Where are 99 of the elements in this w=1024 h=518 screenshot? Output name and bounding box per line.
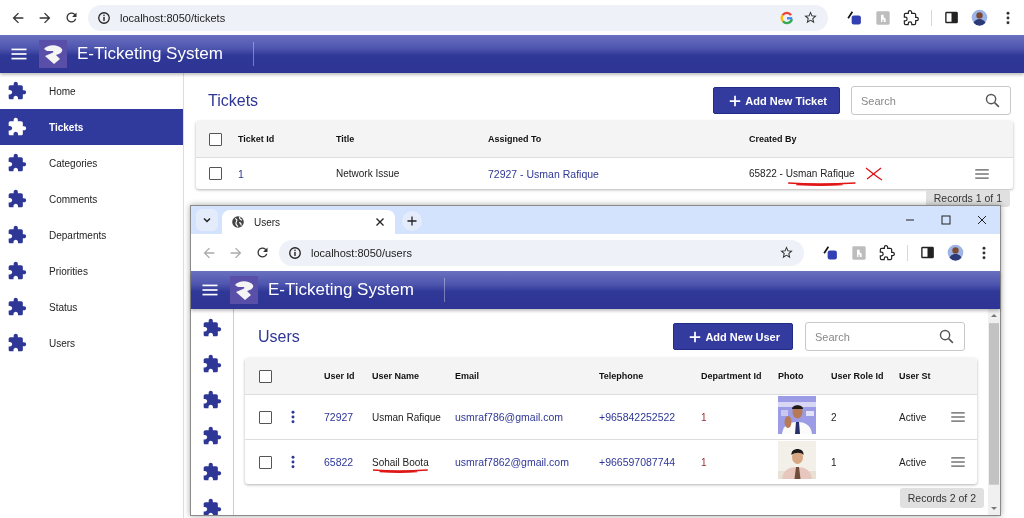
table-cell: Usman Rafique — [372, 411, 441, 423]
app-title: E-Ticketing System — [77, 42, 254, 66]
sidebar-item[interactable]: Home — [0, 73, 183, 109]
puzzle-piece-icon[interactable] — [202, 462, 222, 482]
paint-bucket-icon[interactable] — [822, 244, 839, 261]
column-header[interactable]: Telephone — [599, 371, 701, 381]
address-bar[interactable]: localhost:8050/users — [279, 239, 804, 266]
table-cell: Active — [899, 411, 927, 423]
side-panel-icon[interactable] — [944, 10, 959, 25]
table-cell[interactable]: 1 — [235, 167, 244, 180]
avatar-icon[interactable] — [947, 244, 964, 261]
column-header[interactable]: Ticket Id — [235, 134, 336, 144]
checkbox[interactable] — [259, 455, 272, 469]
column-header[interactable]: Title — [336, 134, 488, 144]
puzzle-piece-icon[interactable] — [7, 153, 27, 173]
puzzle-piece-icon[interactable] — [202, 390, 222, 410]
star-icon[interactable] — [803, 10, 818, 25]
app-title: E-Ticketing System — [268, 278, 445, 302]
puzzle-piece-icon[interactable] — [202, 354, 222, 374]
puzzle-piece-icon[interactable] — [202, 318, 222, 338]
puzzle-piece-icon[interactable] — [903, 9, 919, 26]
table-cell[interactable]: 72927 - Usman Rafique — [488, 167, 599, 180]
table-cell: 2 — [831, 411, 837, 423]
puzzle-piece-icon[interactable] — [7, 297, 27, 317]
multicolor-ring-icon[interactable] — [780, 10, 794, 25]
search-field[interactable]: Search — [851, 86, 1011, 115]
table-cell: 65822 - Usman Rafique — [749, 168, 855, 179]
sidebar-item[interactable]: Comments — [0, 181, 183, 217]
column-header[interactable]: User Name — [372, 371, 455, 381]
add-button[interactable]: Add New Ticket — [713, 87, 840, 114]
table-cell: Network Issue — [336, 168, 400, 179]
avatar-icon[interactable] — [971, 9, 988, 26]
extension-tile-icon[interactable] — [875, 9, 891, 26]
column-header[interactable]: Department Id — [701, 371, 778, 381]
table-cell[interactable]: 72927 — [321, 411, 354, 423]
address-bar[interactable]: localhost:8050/tickets — [88, 4, 828, 31]
plus-icon — [406, 215, 418, 227]
puzzle-piece-icon[interactable] — [202, 426, 222, 446]
table-cell[interactable]: +965842252522 — [599, 411, 676, 423]
table-cell[interactable]: 65822 — [321, 456, 354, 468]
puzzle-piece-icon[interactable] — [202, 498, 222, 515]
puzzle-piece-icon[interactable] — [879, 244, 895, 261]
table-cell[interactable]: usmraf786@gmail.com — [455, 411, 564, 423]
logo-icon — [230, 276, 258, 304]
table-cell: 1 — [701, 411, 707, 423]
reload-icon[interactable] — [64, 10, 79, 25]
plus-icon — [728, 93, 743, 108]
search-icon[interactable] — [984, 92, 1001, 109]
column-header[interactable]: User Role Id — [831, 371, 899, 381]
new-tab-button[interactable] — [402, 211, 422, 231]
star-icon[interactable] — [779, 245, 794, 260]
checkbox[interactable] — [209, 167, 222, 180]
table-cell[interactable]: usmraf7862@gmail.com — [455, 456, 569, 468]
puzzle-piece-icon[interactable] — [7, 81, 27, 101]
paint-bucket-icon[interactable] — [846, 9, 863, 26]
sidebar-item[interactable]: Departments — [0, 217, 183, 253]
column-header[interactable]: Photo — [778, 371, 831, 381]
close-tab-icon[interactable] — [374, 216, 386, 228]
table-cell[interactable]: +966597087744 — [599, 456, 676, 468]
checkbox[interactable] — [259, 369, 272, 383]
sidebar-item[interactable]: Categories — [0, 145, 183, 181]
logo-icon — [39, 40, 67, 68]
table-cell: 1 — [831, 456, 837, 468]
puzzle-piece-icon[interactable] — [7, 117, 27, 137]
plus-icon — [688, 329, 703, 344]
checkbox[interactable] — [209, 132, 222, 146]
page-title: Users — [258, 327, 301, 346]
column-header[interactable]: Assigned To — [488, 134, 749, 144]
table-cell: Active — [899, 456, 927, 468]
browser-tab[interactable]: Users — [222, 210, 395, 234]
info-icon[interactable] — [288, 245, 302, 260]
tab-list-button[interactable] — [196, 209, 218, 231]
side-panel-icon[interactable] — [920, 245, 935, 260]
add-button[interactable]: Add New User — [673, 323, 793, 350]
puzzle-piece-icon[interactable] — [7, 225, 27, 245]
maximize-icon[interactable] — [940, 214, 952, 226]
page-title: Tickets — [208, 91, 260, 110]
search-icon[interactable] — [938, 328, 955, 345]
sidebar-item[interactable]: Status — [0, 289, 183, 325]
puzzle-piece-icon[interactable] — [7, 333, 27, 353]
info-icon[interactable] — [97, 10, 111, 25]
sidebar-item[interactable]: Priorities — [0, 253, 183, 289]
checkbox[interactable] — [259, 410, 272, 424]
puzzle-piece-icon[interactable] — [7, 261, 27, 281]
records-count: Records 2 of 2 — [899, 488, 984, 508]
column-header[interactable]: User St — [899, 371, 949, 381]
search-field[interactable]: Search — [805, 322, 965, 351]
column-header[interactable]: User Id — [321, 371, 372, 381]
sidebar-item[interactable]: Tickets — [0, 109, 183, 145]
puzzle-piece-icon[interactable] — [7, 189, 27, 209]
globe-icon — [231, 215, 245, 229]
extension-tile-icon[interactable] — [851, 244, 867, 261]
sidebar-item[interactable]: Users — [0, 325, 183, 361]
table-cell: Sohail Boota — [372, 456, 429, 468]
column-header[interactable]: Email — [455, 371, 599, 381]
reload-icon[interactable] — [255, 245, 270, 260]
table-cell: 1 — [701, 456, 707, 468]
close-icon[interactable] — [976, 214, 988, 226]
column-header[interactable]: Created By — [749, 134, 973, 144]
